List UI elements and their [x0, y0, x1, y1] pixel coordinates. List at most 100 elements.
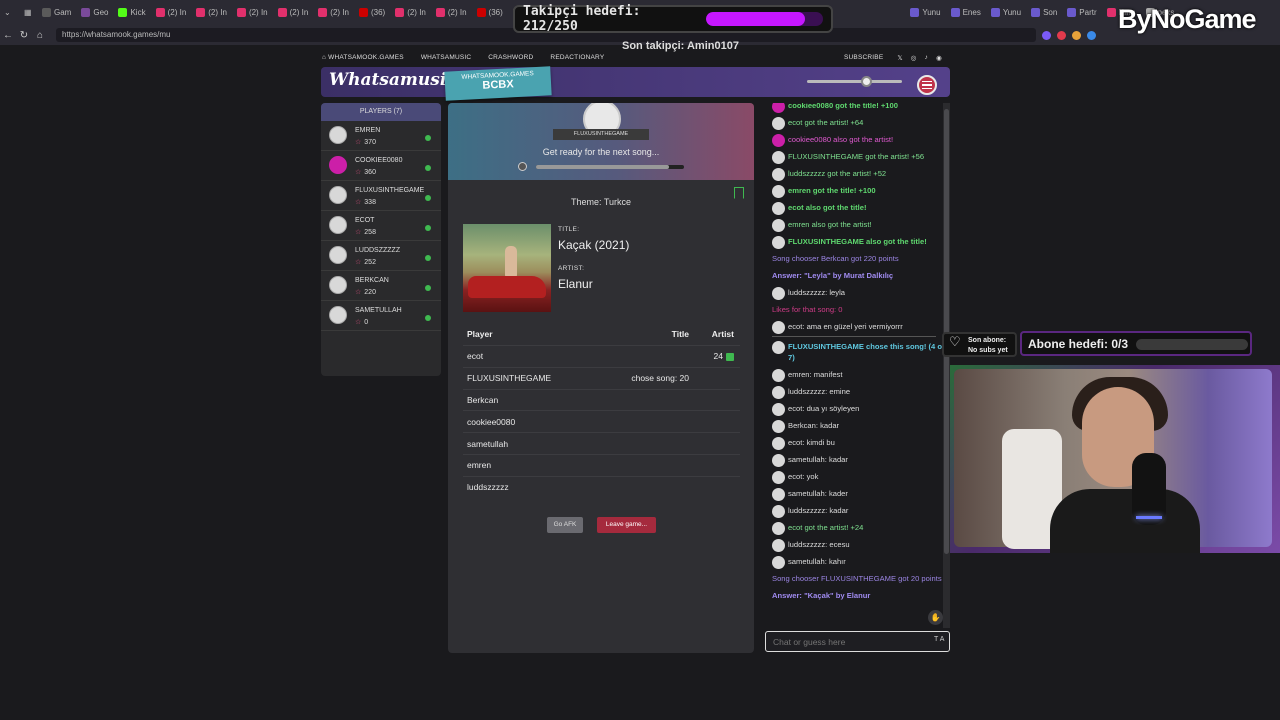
player-score-line: ☆ 338 — [355, 198, 376, 206]
browser-tab[interactable]: (2) In — [274, 3, 313, 23]
volume-knob[interactable] — [861, 76, 872, 87]
user-avatar-icon — [772, 202, 785, 215]
player-row[interactable]: BERKCAN ☆ 220 — [321, 271, 441, 301]
chat-message: ecot: yok — [765, 468, 950, 485]
player-row[interactable]: FLUXUSINTHEGAME ☆ 338 — [321, 181, 441, 211]
reload-icon[interactable]: ↻ — [16, 30, 32, 41]
chat-message: Likes for that song: 0 — [765, 301, 950, 318]
player-score: 370 — [364, 139, 376, 146]
artist-label: ARTIST: — [558, 265, 585, 272]
chat-message: ecot got the artist! +64 — [765, 114, 950, 131]
chat-input[interactable] — [765, 631, 950, 652]
chat-scrollbar[interactable] — [943, 103, 950, 628]
player-row[interactable]: COOKIEE0080 ☆ 360 — [321, 151, 441, 181]
follow-goal-text: Takipçi hedefi: 212/250 — [523, 4, 641, 34]
input-format-icon[interactable]: T A — [934, 636, 944, 643]
tiktok-icon[interactable]: ♪ — [925, 54, 928, 61]
chat-message: FLUXUSINTHEGAME chose this song! (4 of 7… — [765, 338, 950, 366]
player-score-line: ☆ 220 — [355, 288, 376, 296]
player-avatar — [329, 156, 347, 174]
chat-message: ecot: ama en güzel yeri vermiyorrr — [765, 318, 950, 335]
extension-icon[interactable] — [1072, 30, 1081, 40]
chat-message-text: luddszzzzz: ecesu — [788, 540, 850, 549]
last-sub-value: No subs yet — [968, 347, 1008, 354]
discord-icon[interactable]: ◉ — [936, 54, 942, 62]
chat-message: cookiee0080 also got the artist! — [765, 131, 950, 148]
tab-favicon-icon — [236, 8, 246, 17]
chat-message-text: ecot also got the title! — [788, 203, 867, 212]
browser-tab[interactable]: (36) — [355, 3, 389, 23]
player-row[interactable]: ECOT ☆ 258 — [321, 211, 441, 241]
players-panel: PLAYERS (7) EMREN ☆ 370 COOKIEE0080 ☆ 360 FLUX… — [321, 103, 441, 376]
chat-message-text: Answer: "Leyla" by Murat Dalkılıç — [772, 271, 894, 280]
chat-message-text: ecot: yok — [788, 472, 819, 481]
col-player: Player — [467, 329, 493, 339]
score-row: ecot 24 — [463, 345, 740, 367]
player-row[interactable]: EMREN ☆ 370 — [321, 121, 441, 151]
extension-icon[interactable] — [1042, 30, 1051, 40]
tab-list-button[interactable]: ⌄ — [0, 3, 18, 23]
browser-tab[interactable]: (2) In — [152, 3, 191, 23]
browser-tab[interactable]: (2) In — [192, 3, 231, 23]
player-score: 258 — [364, 229, 376, 236]
chat-message: cookiee0080 got the title! +100 — [765, 103, 950, 114]
browser-tab[interactable]: (2) In — [391, 3, 430, 23]
chat-message-text: cookiee0080 also got the artist! — [788, 135, 894, 144]
player-row[interactable]: LUDDSZZZZZ ☆ 252 — [321, 241, 441, 271]
browser-tab[interactable]: Yunu — [987, 3, 1025, 23]
pause-icon[interactable] — [518, 162, 527, 171]
browser-tab[interactable]: Geo — [77, 3, 112, 23]
back-icon[interactable]: ← — [0, 30, 16, 41]
nav-link-redactionary[interactable]: REDACTIONARY — [550, 54, 604, 61]
extension-icon[interactable] — [1087, 30, 1096, 40]
progress-fill — [536, 165, 670, 169]
user-avatar-icon — [772, 219, 785, 232]
instagram-icon[interactable]: ◎ — [911, 54, 917, 62]
player-avatar — [329, 306, 347, 324]
hand-icon[interactable]: ✋ — [928, 610, 943, 625]
star-icon: ☆ — [355, 259, 362, 266]
player-score-line: ☆ 370 — [355, 138, 376, 146]
browser-tab[interactable]: Son — [1027, 3, 1061, 23]
chat-message-text: luddszzzzz: kadar — [788, 506, 849, 515]
user-avatar-icon — [772, 539, 785, 552]
chat-message-text: ecot: dua yı söyleyen — [788, 404, 860, 413]
player-row[interactable]: SAMETULLAH ☆ 0 — [321, 301, 441, 331]
browser-tab[interactable]: (36) — [473, 3, 507, 23]
chat-log: cookiee0080 got the title! +100 ecot got … — [765, 103, 950, 629]
browser-tab[interactable]: (2) In — [314, 3, 353, 23]
room-code-badge[interactable]: WHATSAMOOK.GAMES BCBX — [444, 66, 552, 101]
player-score: 252 — [364, 259, 376, 266]
chat-divider — [772, 336, 936, 337]
browser-tab[interactable]: (2) In — [432, 3, 471, 23]
menu-button[interactable] — [917, 75, 937, 95]
player-score: 360 — [364, 169, 376, 176]
nav-home-link[interactable]: ⌂ WHATSAMOOK.GAMES — [322, 54, 404, 61]
subscribe-link[interactable]: SUBSCRIBE — [844, 54, 883, 61]
home-icon[interactable]: ⌂ — [32, 30, 48, 41]
browser-tab[interactable]: Gam — [38, 3, 75, 23]
score-player: FLUXUSINTHEGAME — [467, 373, 552, 384]
browser-tab[interactable]: Enes — [947, 3, 985, 23]
browser-tab[interactable]: Partr — [1063, 3, 1100, 23]
player-score-line: ☆ 252 — [355, 258, 376, 266]
site-logo[interactable]: Whatsamusic — [329, 70, 457, 90]
browser-tab[interactable]: Yunu — [906, 3, 944, 23]
extension-icon[interactable] — [1057, 30, 1066, 40]
chat-message: Song chooser Berkcan got 220 points — [765, 250, 950, 267]
tab-overview-icon[interactable]: ▦ — [20, 3, 36, 23]
volume-slider[interactable] — [807, 76, 902, 87]
nav-link-crashword[interactable]: CRASHWORD — [488, 54, 533, 61]
nav-link-whatsamusic[interactable]: WHATSAMUSIC — [421, 54, 471, 61]
user-avatar-icon — [772, 321, 785, 334]
chat-message-text: luddszzzzz: leyla — [788, 288, 845, 297]
browser-tab[interactable]: Kick — [114, 3, 149, 23]
twitter-icon[interactable]: 𝕏 — [897, 54, 902, 62]
afk-button[interactable]: Go AFK — [547, 517, 583, 533]
player-avatar — [329, 216, 347, 234]
sub-goal-bar — [1136, 339, 1248, 350]
tab-label: (2) In — [248, 8, 268, 17]
score-row: Berkcan — [463, 388, 740, 411]
leave-game-button[interactable]: Leave game... — [597, 517, 656, 533]
browser-tab[interactable]: (2) In — [233, 3, 272, 23]
